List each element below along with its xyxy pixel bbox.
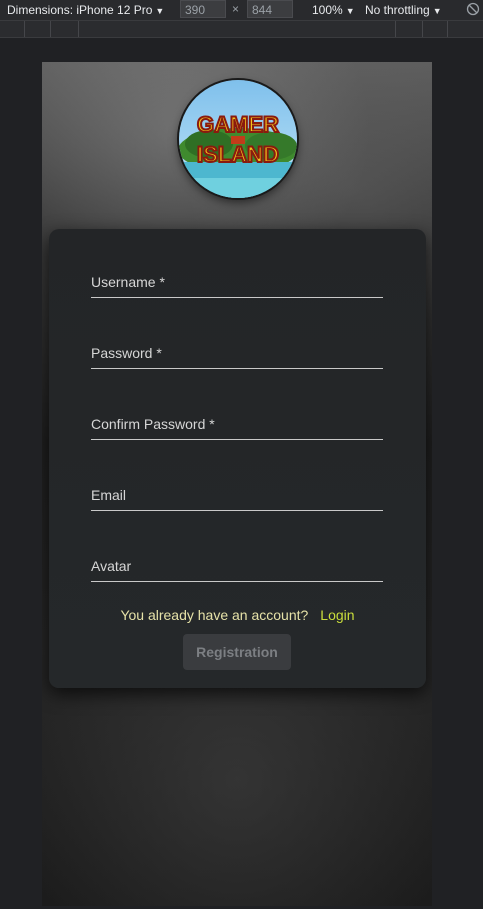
throttling-label: No throttling [365, 3, 430, 17]
password-field[interactable]: Password * [91, 338, 387, 370]
devtools-device-toolbar: Dimensions: iPhone 12 Pro ▼ 390 × 844 100… [0, 0, 483, 20]
username-field[interactable]: Username * [91, 267, 387, 299]
chevron-down-icon: ▼ [155, 6, 165, 16]
avatar-field[interactable]: Avatar [91, 551, 387, 583]
login-question: You already have an account? [120, 607, 309, 623]
registration-button[interactable]: Registration [183, 634, 291, 670]
width-input[interactable]: 390 [180, 0, 226, 18]
rotate-icon[interactable] [466, 2, 480, 16]
confirm-password-field[interactable]: Confirm Password * [91, 409, 387, 441]
logo-text-gamer: GAMER [197, 112, 279, 137]
password-input[interactable] [91, 338, 387, 370]
height-input[interactable]: 844 [247, 0, 293, 18]
dimensions-dropdown[interactable]: Dimensions: iPhone 12 Pro ▼ [7, 3, 164, 17]
device-viewport: GAMER ISLAND Username * Password * Confi… [42, 62, 432, 906]
email-input[interactable] [91, 480, 387, 512]
zoom-label: 100% [312, 3, 343, 17]
email-field[interactable]: Email [91, 480, 387, 512]
login-link[interactable]: Login [320, 607, 354, 623]
gamer-island-logo: GAMER ISLAND [179, 80, 297, 198]
login-prompt: You already have an account? Login [49, 607, 426, 623]
registration-card: Username * Password * Confirm Password *… [49, 229, 426, 688]
throttling-dropdown[interactable]: No throttling ▼ [365, 3, 442, 17]
zoom-dropdown[interactable]: 100% ▼ [312, 3, 355, 17]
times-icon: × [232, 2, 240, 16]
confirm-password-input[interactable] [91, 409, 387, 441]
chevron-down-icon: ▼ [432, 6, 442, 16]
dimensions-label: Dimensions: iPhone 12 Pro [7, 3, 153, 17]
logo-text-island: ISLAND [197, 142, 279, 167]
media-query-bar [0, 20, 483, 38]
chevron-down-icon: ▼ [345, 6, 355, 16]
username-input[interactable] [91, 267, 387, 299]
avatar-input[interactable] [91, 551, 387, 583]
